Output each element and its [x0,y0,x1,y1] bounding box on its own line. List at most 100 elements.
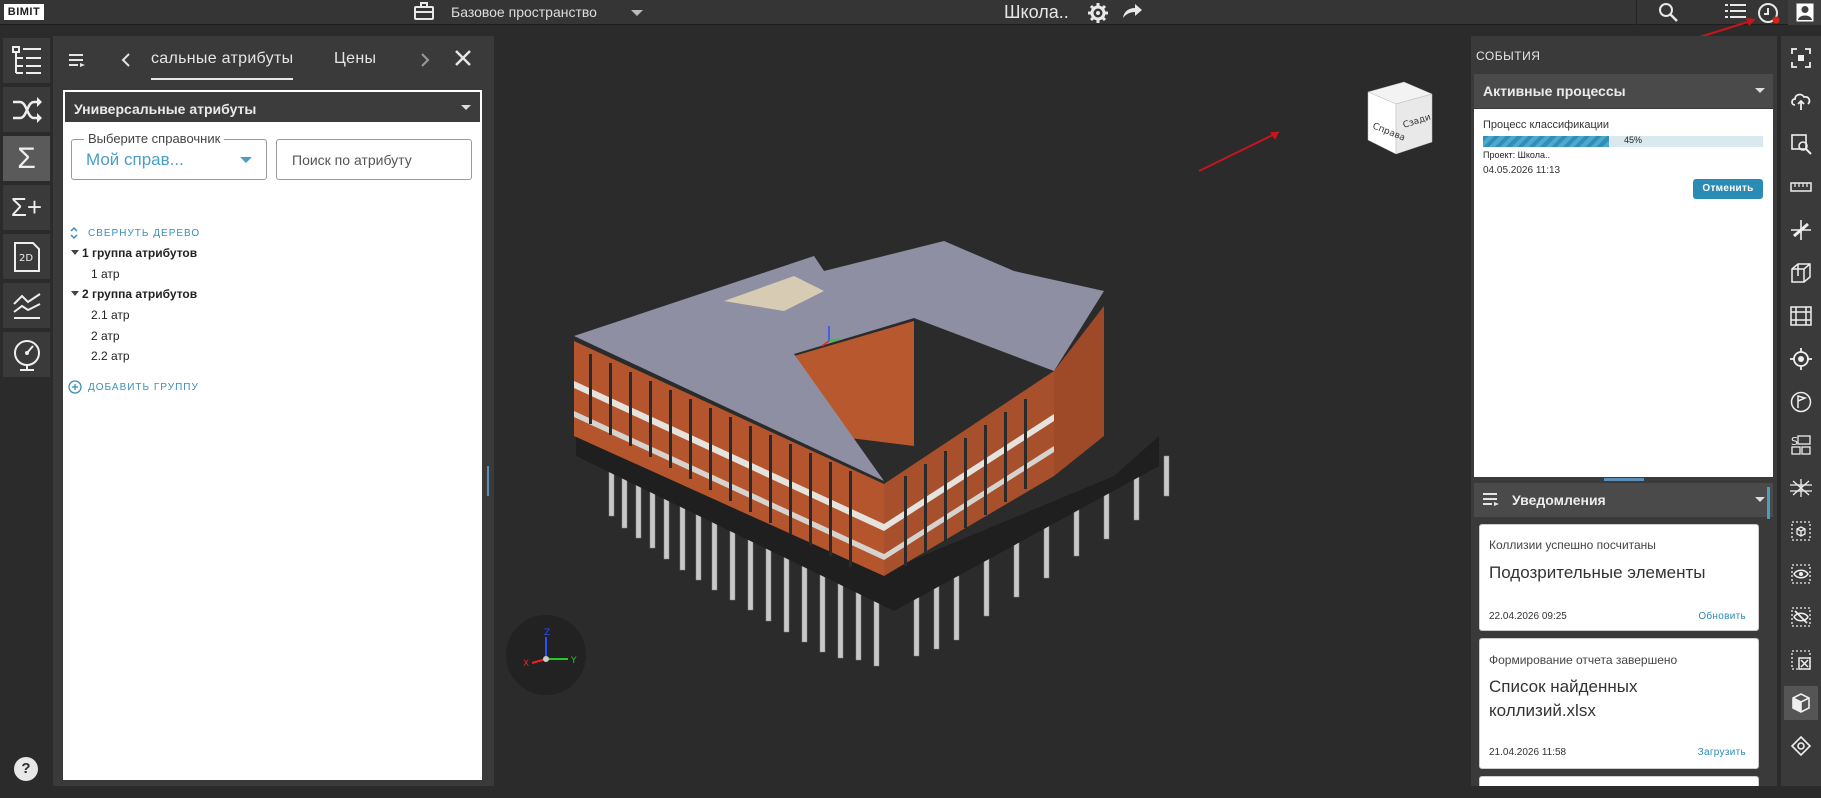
flag-button[interactable] [1784,385,1818,419]
eye-icon [1791,564,1811,584]
refresh-button[interactable]: Обновить [1698,611,1746,622]
grid-button[interactable] [1784,299,1818,333]
project-title: Школа.. [1004,2,1069,22]
axis-z-label: Z [544,628,550,638]
shuffle-button[interactable] [2,86,51,133]
events-panel: СОБЫТИЯ Активные процессы Процесс класси… [1471,36,1777,786]
chevron-down-icon [631,10,643,16]
catalog-select-label: Выберите справочник [84,131,225,146]
target-button[interactable] [1784,342,1818,376]
cube-button[interactable] [1784,686,1818,720]
chevron-right-icon[interactable] [420,53,430,67]
menu-icon[interactable] [69,54,85,67]
help-button[interactable]: ? [14,757,38,781]
tree-item[interactable]: 1 атр [91,267,120,281]
2d-icon: 2D [13,241,40,272]
tree-group-2[interactable]: 2 группа атрибутов [82,287,197,301]
tree-item[interactable]: 2.1 атр [91,308,130,322]
gauge-icon [13,339,40,371]
expand-caret-icon[interactable] [71,250,79,255]
gauge-button[interactable] [2,331,51,378]
box-button[interactable] [1784,514,1818,548]
attribute-search-input[interactable]: Поиск по атрибуту [276,139,472,180]
tab-prices[interactable]: Цены [334,50,376,68]
notifications-header[interactable]: Уведомления [1474,483,1773,517]
user-button[interactable] [1788,0,1821,25]
grid-icon [1790,306,1812,326]
cancel-process-button[interactable]: Отменить [1693,179,1763,199]
flag-icon [1790,391,1812,413]
mesh-button[interactable] [1784,471,1818,505]
sigma-icon: Σ [17,141,36,175]
zoom-to-button[interactable] [1784,127,1818,161]
chart-button[interactable] [2,282,51,329]
tree-item[interactable]: 2.2 атр [91,349,130,363]
chevron-left-icon[interactable] [121,53,131,67]
svg-text:2D: 2D [19,253,33,264]
tree-group-1[interactable]: 1 группа атрибутов [82,246,197,260]
attribute-group-header[interactable]: Универсальные атрибуты [63,90,482,124]
top-separator [1636,0,1637,25]
chevron-down-icon [1755,88,1765,93]
download-button[interactable]: Загрузить [1698,747,1746,758]
eye-button[interactable] [1784,557,1818,591]
process-progress-label: 45% [1624,135,1643,145]
tab-universal-attributes[interactable]: сальные атрибуты [151,50,294,80]
catalog-select-value: Мой справ... [86,150,184,169]
chevron-down-icon [1755,497,1765,502]
active-processes-header[interactable]: Активные процессы [1474,74,1773,108]
section-button[interactable] [1784,213,1818,247]
attributes-content: Универсальные атрибуты Выберите справочн… [63,90,482,780]
menu-icon[interactable] [1483,493,1499,506]
active-processes-title: Активные процессы [1483,83,1626,99]
catalog-select[interactable]: Выберите справочник Мой справ... [71,131,267,180]
sheet-icon: S [1791,435,1811,455]
briefcase-icon[interactable] [413,2,435,24]
tree-button[interactable] [2,37,51,84]
panel-resize-handle[interactable] [487,466,489,496]
chart-icon [12,292,41,319]
cloud-button[interactable] [1784,84,1818,118]
cloud-icon [1791,93,1811,110]
space-select[interactable]: Базовое пространство [451,0,643,25]
mesh-icon [1790,479,1812,497]
focus-button[interactable] [1784,41,1818,75]
chevron-down-icon [240,157,252,163]
process-title: Процесс классификации [1483,119,1610,131]
panel-tabs: сальные атрибуты Цены [53,36,494,86]
eye-off-button[interactable] [1784,600,1818,634]
shuffle-icon [12,96,42,123]
process-project: Проект: Школа.. [1483,150,1550,160]
notification-card: 2 Коллизии успешно прикреплены [1479,776,1759,786]
sheet-button[interactable]: S [1784,428,1818,462]
process-date: 04.05.2026 11:13 [1483,165,1561,176]
close-icon[interactable] [455,50,471,66]
user-icon [1796,3,1814,22]
hide-box-button[interactable] [1784,643,1818,677]
active-processes-list: Процесс классификации 45% Проект: Школа.… [1474,109,1773,477]
view-cube[interactable]: Справа Сзади [1354,80,1434,160]
app-logo[interactable]: BIMIT [4,4,44,20]
collapse-icon [70,226,78,240]
tree-item[interactable]: 2 атр [91,329,120,343]
collapse-tree-button[interactable]: СВЕРНУТЬ ДЕРЕВО [88,228,200,239]
hide-box-icon [1791,650,1811,670]
gear-icon[interactable] [1087,2,1109,24]
fly-button[interactable] [1784,729,1818,763]
expand-caret-icon[interactable] [71,291,79,296]
events-resize-handle[interactable] [1604,478,1644,481]
ruler-button[interactable] [1784,170,1818,204]
3d-viewport[interactable]: Справа Сзади Z X Y [494,36,1471,786]
attribute-group-title: Универсальные атрибуты [74,101,257,117]
box-section-button[interactable] [1784,256,1818,290]
section-icon [1791,220,1811,240]
2d-button[interactable]: 2D [2,233,51,280]
process-progress-bar: 45% [1483,135,1763,147]
notifications-title: Уведомления [1512,492,1606,508]
notifications-scrollbar[interactable] [1767,487,1770,519]
sigma-button[interactable]: Σ [2,135,51,182]
share-icon[interactable] [1121,2,1143,24]
add-group-button[interactable]: ДОБАВИТЬ ГРУППУ [88,382,199,393]
cube-icon [1792,693,1810,713]
sigma-plus-button[interactable]: Σ+ [2,184,51,231]
